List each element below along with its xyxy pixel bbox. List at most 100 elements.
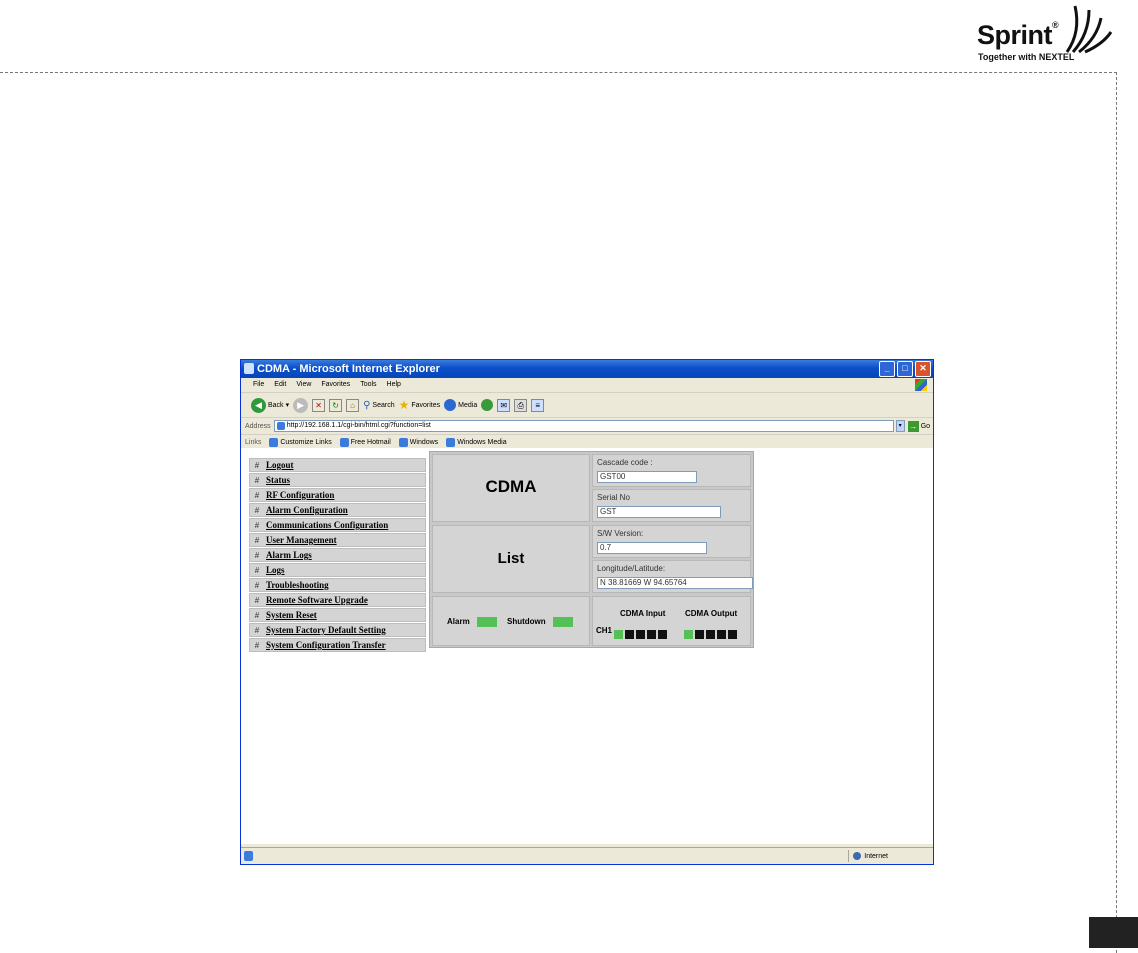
- link-page-icon: [398, 437, 408, 447]
- menu-bar: File Edit View Favorites Tools Help: [241, 378, 933, 393]
- favorites-button[interactable]: ★ Favorites: [399, 398, 441, 412]
- favorites-label: Favorites: [411, 401, 441, 409]
- alarm-label: Alarm: [447, 617, 470, 626]
- serial-cell: Serial No GST: [592, 489, 751, 522]
- search-button[interactable]: ⚲ Search: [363, 400, 395, 411]
- nav-item-status[interactable]: # Status: [249, 473, 426, 487]
- nav-link[interactable]: User Management: [264, 534, 337, 546]
- link-windows-media[interactable]: Windows Media: [446, 437, 507, 447]
- channel-label: CH1: [596, 626, 613, 635]
- page-icon: [276, 422, 285, 430]
- title-bar[interactable]: CDMA - Microsoft Internet Explorer _ □ ✕: [241, 360, 933, 378]
- nav-link[interactable]: Alarm Logs: [264, 549, 312, 561]
- nav-item-troubleshooting[interactable]: # Troubleshooting: [249, 578, 426, 592]
- menu-view[interactable]: View: [296, 378, 311, 392]
- nav-link[interactable]: Alarm Configuration: [264, 504, 348, 516]
- menu-edit[interactable]: Edit: [274, 378, 286, 392]
- address-url: http://192.168.1.1/cgi-bin/html.cgi?func…: [286, 422, 431, 429]
- sprint-wings-icon: [1065, 5, 1113, 54]
- nav-link[interactable]: Troubleshooting: [264, 579, 329, 591]
- address-input[interactable]: http://192.168.1.1/cgi-bin/html.cgi?func…: [273, 420, 894, 432]
- star-icon: ★: [398, 398, 410, 412]
- stop-icon[interactable]: ✕: [312, 398, 326, 412]
- nav-link[interactable]: Logout: [264, 459, 294, 471]
- sw-version-field[interactable]: 0.7: [597, 542, 707, 554]
- nav-item-configuration-transfer[interactable]: # System Configuration Transfer: [249, 638, 426, 652]
- edit-icon[interactable]: ≡: [531, 398, 545, 412]
- close-button[interactable]: ✕: [915, 361, 931, 377]
- brand-name: Sprint: [977, 20, 1053, 50]
- back-dropdown-icon[interactable]: ▾: [286, 401, 290, 409]
- media-button[interactable]: Media: [444, 399, 477, 411]
- media-label: Media: [458, 401, 478, 409]
- link-windows[interactable]: Windows: [398, 437, 439, 447]
- nav-item-communications-configuration[interactable]: # Communications Configuration: [249, 518, 426, 532]
- output-led: [706, 630, 715, 639]
- home-icon[interactable]: ⌂: [346, 398, 360, 412]
- cdma-input-label: CDMA Input: [620, 609, 666, 618]
- mail-icon[interactable]: ✉: [497, 398, 511, 412]
- nav-item-system-reset[interactable]: # System Reset: [249, 608, 426, 622]
- page-content: # Logout # Status # RF Configuration # Alarm…: [241, 448, 933, 844]
- link-label: Windows: [409, 438, 439, 446]
- menu-help[interactable]: Help: [387, 378, 401, 392]
- zone-label: Internet: [864, 852, 888, 860]
- product-title: CDMA: [485, 477, 537, 496]
- go-label: Go: [920, 422, 931, 430]
- status-bar: Internet: [241, 847, 933, 864]
- refresh-icon[interactable]: ↻: [329, 398, 343, 412]
- nav-item-user-management[interactable]: # User Management: [249, 533, 426, 547]
- nav-menu: # Logout # Status # RF Configuration # Alarm…: [249, 458, 426, 653]
- nav-item-rf-configuration[interactable]: # RF Configuration: [249, 488, 426, 502]
- nav-item-logs[interactable]: # Logs: [249, 563, 426, 577]
- nav-hash: #: [254, 596, 260, 605]
- minimize-button[interactable]: _: [879, 361, 895, 377]
- sw-version-label: S/W Version:: [597, 529, 644, 538]
- forward-button[interactable]: ▶: [293, 397, 309, 413]
- nav-link[interactable]: Remote Software Upgrade: [264, 594, 368, 606]
- menu-tools[interactable]: Tools: [360, 378, 376, 392]
- lonlat-field[interactable]: N 38.81669 W 94.65764: [597, 577, 753, 589]
- nav-item-alarm-logs[interactable]: # Alarm Logs: [249, 548, 426, 562]
- brand-tagline: Together with NEXTEL: [978, 52, 1075, 62]
- address-dropdown-icon[interactable]: ▾: [895, 420, 905, 432]
- ie-icon: [244, 363, 254, 374]
- back-label: Back: [268, 401, 284, 409]
- nav-item-logout[interactable]: # Logout: [249, 458, 426, 472]
- input-led: [658, 630, 667, 639]
- nav-link[interactable]: System Configuration Transfer: [264, 639, 386, 651]
- nav-link[interactable]: System Reset: [264, 609, 317, 621]
- nav-hash: #: [254, 491, 260, 500]
- link-page-icon: [269, 437, 279, 447]
- nav-link[interactable]: RF Configuration: [264, 489, 334, 501]
- menu-favorites[interactable]: Favorites: [321, 378, 350, 392]
- link-hotmail[interactable]: Free Hotmail: [339, 437, 391, 447]
- nav-link[interactable]: Status: [264, 474, 290, 486]
- nav-item-factory-default[interactable]: # System Factory Default Setting: [249, 623, 426, 637]
- go-button[interactable]: → Go: [907, 420, 931, 432]
- history-icon[interactable]: [481, 399, 494, 411]
- forward-arrow-icon: ▶: [293, 397, 309, 413]
- back-arrow-icon: ◀: [251, 397, 266, 413]
- nav-link[interactable]: Communications Configuration: [264, 519, 388, 531]
- print-icon[interactable]: ⎙: [514, 398, 528, 412]
- nav-item-remote-software-upgrade[interactable]: # Remote Software Upgrade: [249, 593, 426, 607]
- nav-link[interactable]: System Factory Default Setting: [264, 624, 386, 636]
- info-panel: CDMA Cascade code : GST00 Serial No GST …: [429, 451, 754, 648]
- cascade-field[interactable]: GST00: [597, 471, 697, 483]
- nav-hash: #: [254, 566, 260, 575]
- shutdown-label: Shutdown: [507, 617, 546, 626]
- toolbar: ◀ Back ▾ ▶ ✕ ↻ ⌂ ⚲ Search ★ Favorites Me…: [241, 393, 933, 418]
- nav-item-alarm-configuration[interactable]: # Alarm Configuration: [249, 503, 426, 517]
- nav-link[interactable]: Logs: [264, 564, 285, 576]
- serial-field[interactable]: GST: [597, 506, 721, 518]
- menu-file[interactable]: File: [253, 378, 264, 392]
- back-button[interactable]: ◀ Back ▾: [251, 397, 290, 413]
- address-label: Address: [245, 422, 271, 430]
- cdma-io-cell: CDMA Input CDMA Output CH1: [592, 596, 751, 646]
- input-led: [636, 630, 645, 639]
- link-customize[interactable]: Customize Links: [269, 437, 332, 447]
- serial-label: Serial No: [597, 493, 630, 502]
- window-title: CDMA - Microsoft Internet Explorer: [257, 363, 440, 375]
- maximize-button[interactable]: □: [897, 361, 913, 377]
